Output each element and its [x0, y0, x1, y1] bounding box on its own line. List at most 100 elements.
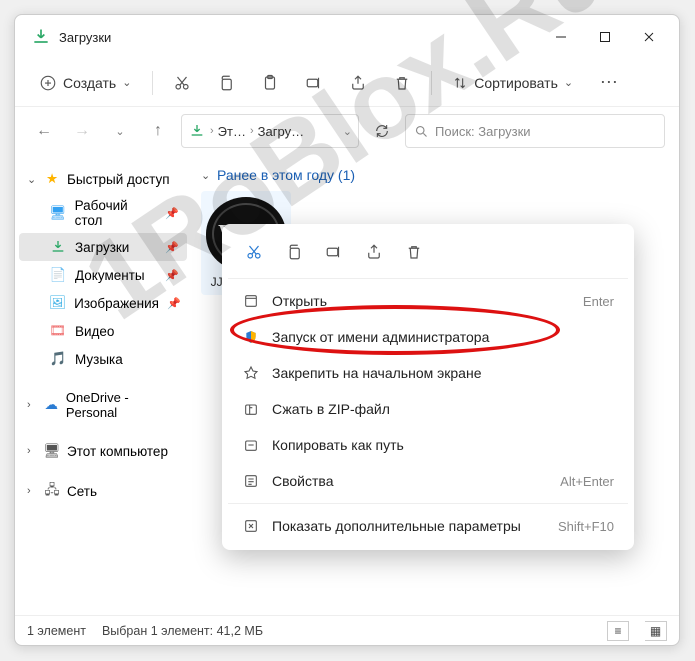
search-input[interactable]: Поиск: Загрузки	[405, 114, 665, 148]
sidebar-item-pictures[interactable]: 🖼 Изображения 📌	[19, 289, 187, 317]
more-button[interactable]: ⋯	[590, 66, 628, 100]
cloud-icon: ☁	[43, 396, 60, 414]
shortcut: Alt+Enter	[560, 474, 614, 489]
forward-button[interactable]: →	[67, 116, 97, 146]
desktop-icon: 🖥	[49, 204, 67, 222]
ctx-label: Открыть	[272, 293, 327, 309]
maximize-button[interactable]	[583, 19, 627, 55]
pin-icon: 📌	[165, 241, 179, 254]
ctx-compress-zip[interactable]: Сжать в ZIP-файл	[228, 391, 628, 427]
toolbar: Создать ⌄ Сортировать ⌄ ⋯	[15, 59, 679, 107]
chevron-down-icon: ⌄	[564, 76, 574, 89]
ctx-label: Показать дополнительные параметры	[272, 518, 521, 534]
chevron-right-icon: ›	[210, 125, 214, 137]
divider	[431, 71, 432, 95]
create-label: Создать	[63, 75, 116, 91]
ctx-properties[interactable]: Свойства Alt+Enter	[228, 463, 628, 499]
create-button[interactable]: Создать ⌄	[29, 68, 142, 98]
chevron-right-icon: ›	[250, 125, 254, 137]
chevron-down-icon: ⌄	[122, 76, 132, 89]
ctx-copy-path[interactable]: Копировать как путь	[228, 427, 628, 463]
downloads-icon	[31, 27, 51, 47]
copy-button[interactable]	[207, 66, 245, 100]
share-button[interactable]	[339, 66, 377, 100]
sidebar-item-videos[interactable]: 🎞 Видео	[19, 317, 187, 345]
paste-button[interactable]	[251, 66, 289, 100]
sidebar-quick-access[interactable]: ⌄ ★ Быстрый доступ	[19, 165, 187, 193]
chevron-down-icon: ⌄	[201, 169, 211, 182]
more-icon	[242, 517, 260, 535]
copy-button[interactable]	[276, 236, 312, 268]
search-placeholder: Поиск: Загрузки	[435, 124, 531, 139]
group-header[interactable]: ⌄ Ранее в этом году (1)	[201, 167, 669, 183]
delete-button[interactable]	[383, 66, 421, 100]
properties-icon	[242, 472, 260, 490]
chevron-right-icon: ›	[27, 485, 37, 497]
ctx-label: Свойства	[272, 473, 333, 489]
downloads-icon	[49, 238, 67, 256]
pin-icon: 📌	[165, 207, 179, 220]
pictures-icon: 🖼	[49, 294, 66, 312]
network-icon: 🖧	[43, 482, 61, 500]
chevron-right-icon: ›	[27, 399, 37, 411]
cut-button[interactable]	[236, 236, 272, 268]
minimize-button[interactable]	[539, 19, 583, 55]
chevron-down-icon[interactable]: ⌄	[105, 116, 135, 146]
ctx-run-as-admin[interactable]: Запуск от имени администратора	[228, 319, 628, 355]
music-icon: 🎵	[49, 350, 67, 368]
cut-button[interactable]	[163, 66, 201, 100]
sidebar-label: Документы	[75, 268, 145, 283]
shield-icon	[242, 328, 260, 346]
pin-icon: 📌	[167, 297, 181, 310]
sort-button[interactable]: Сортировать ⌄	[442, 69, 584, 97]
status-selection: Выбран 1 элемент: 41,2 МБ	[102, 624, 263, 638]
ctx-open[interactable]: Открыть Enter	[228, 283, 628, 319]
share-button[interactable]	[356, 236, 392, 268]
rename-button[interactable]	[295, 66, 333, 100]
rename-button[interactable]	[316, 236, 352, 268]
close-button[interactable]	[627, 19, 671, 55]
ctx-show-more[interactable]: Показать дополнительные параметры Shift+…	[228, 508, 628, 544]
ctx-label: Закрепить на начальном экране	[272, 365, 482, 381]
ctx-label: Сжать в ZIP-файл	[272, 401, 390, 417]
sidebar-onedrive[interactable]: › ☁ OneDrive - Personal	[19, 385, 187, 425]
chevron-down-icon[interactable]: ⌄	[343, 125, 352, 138]
statusbar: 1 элемент Выбран 1 элемент: 41,2 МБ ≡ ▦	[15, 615, 679, 645]
sidebar-label: Сеть	[67, 484, 97, 499]
shortcut: Enter	[583, 294, 614, 309]
refresh-button[interactable]	[367, 116, 397, 146]
sidebar-item-music[interactable]: 🎵 Музыка	[19, 345, 187, 373]
status-count: 1 элемент	[27, 624, 86, 638]
back-button[interactable]: ←	[29, 116, 59, 146]
nav-row: ← → ⌄ ↑ › Эт… › Загру… ⌄ Поиск: Загрузки	[15, 107, 679, 155]
copy-path-icon	[242, 436, 260, 454]
star-icon: ★	[43, 170, 61, 188]
address-bar[interactable]: › Эт… › Загру… ⌄	[181, 114, 359, 148]
ctx-label: Запуск от имени администратора	[272, 329, 489, 345]
view-details-button[interactable]: ≡	[607, 621, 629, 641]
sidebar-label: Этот компьютер	[67, 444, 168, 459]
up-button[interactable]: ↑	[143, 116, 173, 146]
breadcrumb-item[interactable]: Эт…	[218, 124, 246, 139]
sidebar-label: Загрузки	[75, 240, 129, 255]
sidebar-label: OneDrive - Personal	[66, 390, 179, 420]
sidebar-thispc[interactable]: › 🖥 Этот компьютер	[19, 437, 187, 465]
pin-icon: 📌	[165, 269, 179, 282]
sidebar-network[interactable]: › 🖧 Сеть	[19, 477, 187, 505]
chevron-right-icon: ›	[27, 445, 37, 457]
window-title: Загрузки	[59, 30, 539, 45]
sidebar-item-desktop[interactable]: 🖥 Рабочий стол 📌	[19, 193, 187, 233]
sidebar-item-documents[interactable]: 📄 Документы 📌	[19, 261, 187, 289]
sidebar-item-downloads[interactable]: Загрузки 📌	[19, 233, 187, 261]
ctx-pin-start[interactable]: Закрепить на начальном экране	[228, 355, 628, 391]
open-icon	[242, 292, 260, 310]
sidebar-label: Музыка	[75, 352, 123, 367]
context-icon-row	[228, 230, 628, 274]
shortcut: Shift+F10	[558, 519, 614, 534]
videos-icon: 🎞	[49, 322, 67, 340]
pin-icon	[242, 364, 260, 382]
delete-button[interactable]	[396, 236, 432, 268]
view-icons-button[interactable]: ▦	[645, 621, 667, 641]
downloads-icon	[188, 122, 206, 140]
breadcrumb-item[interactable]: Загру…	[258, 124, 304, 139]
